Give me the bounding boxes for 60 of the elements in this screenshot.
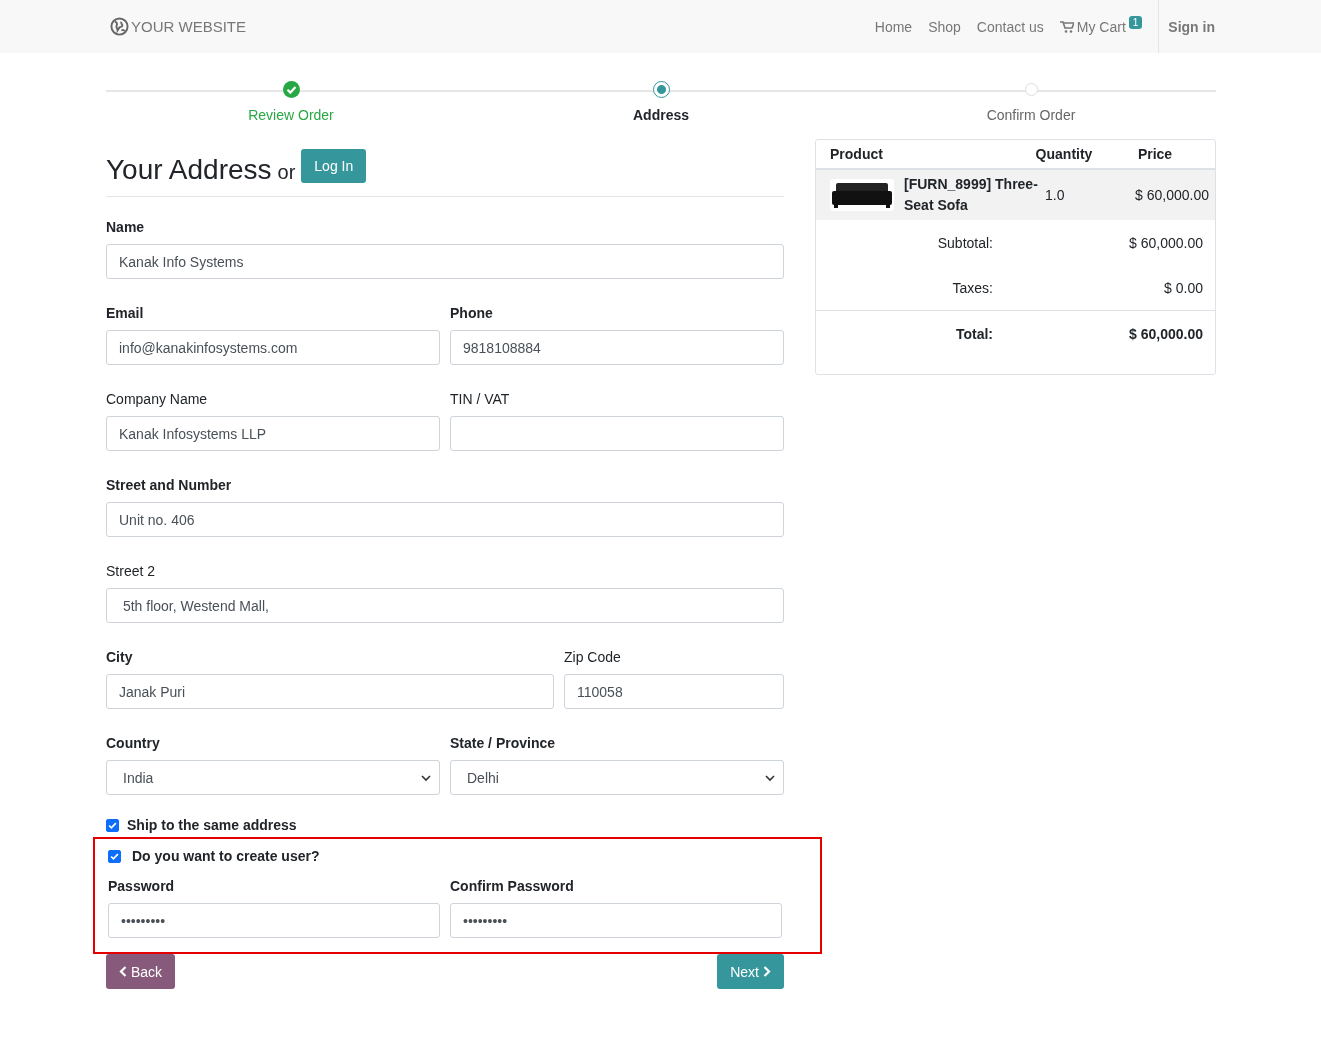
or-text: or [277, 161, 296, 184]
page-title: Your Address [106, 154, 272, 186]
sign-in-link[interactable]: Sign in [1158, 0, 1215, 53]
step-label[interactable]: Confirm Order [986, 107, 1076, 123]
total-label: Taxes: [951, 279, 993, 296]
input-field[interactable]: ••••••••• [450, 903, 782, 938]
input-field[interactable] [450, 416, 784, 451]
cart-link[interactable]: My Cart 1 [1059, 18, 1143, 35]
cart-icon [1059, 20, 1074, 33]
chevron-right-icon [763, 966, 771, 977]
chevron-down-icon [765, 773, 775, 782]
back-button[interactable]: Back [106, 954, 176, 989]
field-label: Country [106, 735, 161, 751]
input-field[interactable]: info@kanakinfosystems.com [106, 330, 440, 365]
checkbox-label: Ship to the same address [127, 817, 297, 833]
field-label: Password [108, 878, 176, 894]
total-label: Subtotal: [936, 234, 993, 251]
product-name: [FURN_8999] Three-Seat Sofa [904, 175, 1039, 215]
input-field[interactable]: 5th floor, Westend Mall, [106, 588, 784, 623]
field-label: Email [106, 305, 145, 321]
site-logo[interactable]: YOUR WEBSITE [131, 18, 246, 35]
total-value: $ 60,000.00 [1128, 325, 1203, 342]
checkbox[interactable] [108, 849, 121, 863]
checkbox-label: Do you want to create user? [132, 848, 320, 864]
field-label: Phone [450, 305, 494, 321]
nav-link[interactable]: Home [874, 18, 913, 35]
input-field[interactable]: Unit no. 406 [106, 502, 784, 537]
step-label[interactable]: Address [633, 107, 689, 123]
select-field[interactable]: Delhi [450, 760, 784, 795]
chevron-down-icon [421, 773, 431, 782]
field-label: Zip Code [564, 649, 622, 665]
field-label: State / Province [450, 735, 557, 751]
field-label: TIN / VAT [450, 391, 511, 407]
total-label: Total: [954, 325, 993, 342]
chevron-left-icon [119, 966, 127, 977]
column-header: Price [1136, 146, 1174, 162]
column-header: Quantity [1034, 146, 1094, 162]
globe-icon [110, 17, 129, 36]
nav-link[interactable]: Shop [928, 18, 961, 35]
input-field[interactable]: 9818108884 [450, 330, 784, 365]
field-label: Street and Number [106, 477, 233, 493]
total-value: $ 0.00 [1163, 279, 1203, 296]
input-field[interactable]: Kanak Info Systems [106, 244, 784, 279]
nav-link[interactable]: Contact us [976, 18, 1044, 35]
total-value: $ 60,000.00 [1128, 234, 1203, 251]
field-label: Name [106, 219, 146, 235]
input-field[interactable]: 110058 [564, 674, 784, 709]
table-cell-text: 1.0 [1045, 187, 1066, 203]
field-label: Company Name [106, 391, 209, 407]
checkbox[interactable] [106, 818, 119, 832]
cart-count-badge: 1 [1128, 16, 1143, 29]
field-label: Street 2 [106, 563, 157, 579]
input-field[interactable]: Kanak Infosystems LLP [106, 416, 440, 451]
table-cell-text: $ 60,000.00 [1134, 187, 1209, 203]
column-header: Product [830, 146, 884, 162]
select-field[interactable]: India [106, 760, 440, 795]
input-field[interactable]: Janak Puri [106, 674, 554, 709]
field-label: Confirm Password [450, 878, 575, 894]
input-field[interactable]: ••••••••• [108, 903, 440, 938]
field-label: City [106, 649, 134, 665]
